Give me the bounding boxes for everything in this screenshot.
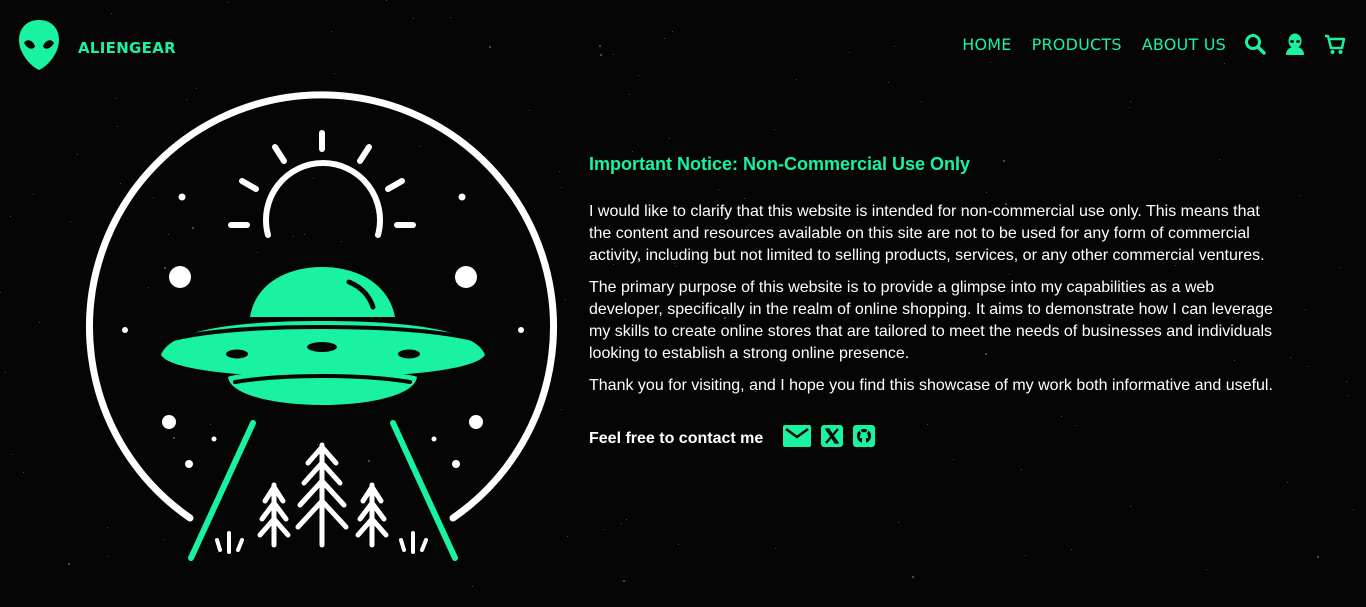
star-dot (1299, 194, 1301, 196)
star-dot (567, 536, 569, 538)
star-dot (0, 292, 2, 294)
nav-home[interactable]: HOME (962, 35, 1011, 54)
x-icon[interactable] (821, 425, 844, 452)
star-dot (669, 137, 671, 139)
star-dot (1347, 395, 1349, 397)
star-dot (623, 580, 626, 583)
star-dot (898, 521, 900, 523)
star-dot (1290, 357, 1292, 359)
star-dot (68, 563, 71, 566)
star-dot (70, 221, 72, 223)
notice-paragraph-3: Thank you for visiting, and I hope you f… (589, 377, 1273, 394)
alien-user-icon[interactable] (1284, 33, 1306, 55)
star-dot (678, 543, 680, 545)
brand[interactable]: ALIENGEAR (18, 19, 176, 76)
search-icon[interactable] (1244, 33, 1266, 55)
nav-products[interactable]: PRODUCTS (1032, 35, 1122, 54)
star-dot (1307, 365, 1309, 367)
brand-name: ALIENGEAR (78, 38, 176, 57)
star-dot (1286, 481, 1288, 483)
star-dot (1304, 308, 1306, 310)
star-dot (620, 523, 622, 525)
ufo-illustration (85, 85, 565, 570)
star-dot (9, 215, 11, 217)
notice-title: Important Notice: Non-Commercial Use Onl… (589, 154, 971, 174)
star-dot (626, 519, 628, 521)
star-dot (1316, 556, 1319, 559)
star-dot (1129, 505, 1131, 507)
star-dot (5, 371, 7, 373)
star-dot (39, 322, 41, 324)
cart-icon[interactable] (1324, 33, 1346, 55)
star-dot (920, 101, 922, 103)
star-dot (471, 586, 473, 588)
notice-paragraph-2: The primary purpose of this website is t… (589, 279, 1273, 362)
star-dot (1346, 381, 1348, 383)
star-dot (911, 576, 914, 579)
star-dot (953, 459, 955, 461)
site-header: ALIENGEAR HOME PRODUCTS ABOUT US (0, 0, 1366, 90)
nav-about-us[interactable]: ABOUT US (1142, 35, 1226, 54)
star-dot (629, 93, 631, 95)
star-dot (1352, 509, 1354, 510)
contact-row: Feel free to contact me (589, 425, 1289, 452)
star-dot (1129, 101, 1131, 103)
star-dot (1020, 469, 1022, 471)
star-dot (11, 453, 13, 455)
star-dot (774, 129, 776, 131)
star-dot (1070, 548, 1072, 550)
alien-head-icon (18, 19, 60, 76)
star-dot (22, 471, 24, 473)
star-dot (603, 529, 605, 531)
star-dot (32, 194, 34, 196)
star-dot (1025, 554, 1027, 556)
star-dot (632, 150, 634, 152)
main-nav: HOME PRODUCTS ABOUT US (942, 33, 1346, 55)
notice-paragraph-1: I would like to clarify that this websit… (589, 203, 1265, 264)
star-dot (565, 298, 567, 300)
contact-label: Feel free to contact me (589, 429, 764, 447)
star-dot (775, 548, 777, 550)
email-icon[interactable] (783, 425, 812, 452)
star-dot (1129, 107, 1131, 109)
notice-section: Important Notice: Non-Commercial Use Onl… (589, 154, 1289, 452)
star-dot (1206, 568, 1208, 570)
star-dot (1340, 267, 1342, 269)
star-dot (77, 154, 79, 156)
github-icon[interactable] (853, 425, 876, 452)
